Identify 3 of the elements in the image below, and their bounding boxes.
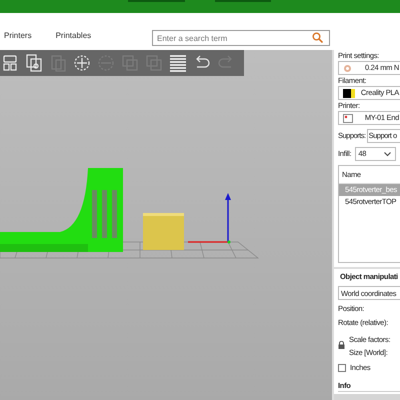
nav-link[interactable]: Printers: [4, 30, 32, 42]
nav-link[interactable]: Printables: [56, 30, 92, 42]
search-field[interactable]: Enter a search term: [152, 30, 330, 46]
